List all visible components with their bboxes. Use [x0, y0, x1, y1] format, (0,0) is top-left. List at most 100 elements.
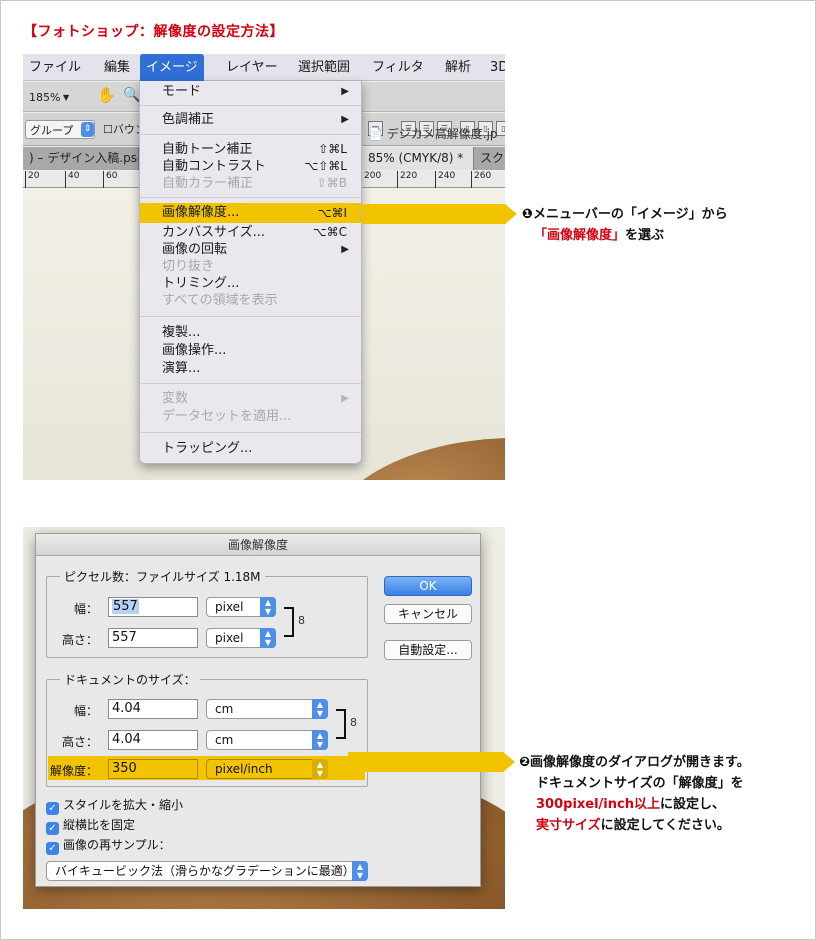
ruler-tick: 60 — [103, 171, 117, 188]
hand-tool-icon[interactable]: ✋ — [97, 86, 116, 105]
file-icon: 📄 — [368, 127, 383, 141]
doc-height-unit-select[interactable]: cm ▲ ▼ — [206, 730, 328, 750]
doc-height-unit: cm — [215, 733, 234, 747]
stepper-arrows-icon: ▲ ▼ — [260, 597, 276, 617]
menu-item-auto-tone[interactable]: 自動トーン補正 ⇧⌘L — [140, 141, 361, 158]
menu-item-mode[interactable]: モード ▶ — [140, 83, 361, 100]
zoom-dropdown-icon[interactable]: ▼ — [63, 88, 69, 107]
pixel-width-input[interactable]: 557 — [108, 597, 198, 617]
doc-width-unit: cm — [215, 702, 234, 716]
menu-item-label: トラッピング... — [162, 441, 253, 456]
callout-2-highlight1: 300pixel/inch以上 — [536, 797, 660, 812]
menu-item-label: 自動コントラスト — [162, 159, 266, 174]
doc-width-unit-select[interactable]: cm ▲ ▼ — [206, 699, 328, 719]
pixel-width-label: 幅： — [73, 602, 98, 616]
pixel-width-unit-select[interactable]: pixel ▲ ▼ — [206, 597, 276, 617]
image-size-dialog: 画像解像度 ピクセル数：ファイルサイズ 1.18M 幅： 557 pixel ▲ ▼… — [35, 533, 481, 887]
menu-shortcut: ⌥⌘I — [317, 206, 347, 220]
callout-1-text: メニューバーの「イメージ」から — [533, 207, 728, 222]
checkbox-checked-icon: ✓ — [46, 842, 59, 855]
menu-item-label: 色調補正 — [162, 112, 215, 127]
scale-styles-checkbox[interactable]: ✓ スタイルを拡大・縮小 — [46, 798, 183, 815]
menu-separator — [140, 105, 361, 106]
submenu-arrow-icon: ▶ — [341, 244, 349, 255]
submenu-arrow-icon: ▶ — [341, 114, 349, 125]
menu-item-trap[interactable]: トラッピング... — [140, 440, 361, 457]
resample-label: 画像の再サンプル： — [63, 838, 171, 852]
menu-analysis[interactable]: 解析 — [439, 54, 477, 81]
dropdown-arrow-icon: ⇕ — [81, 122, 94, 137]
page-title: 【フォトショップ：解像度の設定方法】 — [23, 24, 284, 40]
ok-button[interactable]: OK — [384, 576, 472, 596]
doc-height-input[interactable]: 4.04 — [108, 730, 198, 750]
callout-2: ❷画像解像度のダイアログが開きます。 ドキュメントサイズの「解像度」を 300p… — [519, 752, 750, 836]
menu-item-label: 切り抜き — [162, 259, 215, 274]
tab-doc-file[interactable]: 📄 デジカメ高解像度.jp — [362, 123, 504, 146]
pixel-height-unit-select[interactable]: pixel ▲ ▼ — [206, 628, 276, 648]
cancel-button[interactable]: キャンセル — [384, 604, 472, 624]
tab-screenshot[interactable]: スク — [474, 147, 505, 170]
callout-1: ❶メニューバーの「イメージ」から 「画像解像度」を選ぶ — [522, 204, 728, 246]
menu-shortcut: ⇧⌘L — [318, 142, 347, 156]
menu-image[interactable]: イメージ — [140, 54, 204, 81]
callout-bar-1 — [362, 204, 506, 224]
ruler-tick: 40 — [65, 171, 79, 188]
doc-height-value: 4.04 — [112, 732, 141, 747]
menu-item-image-size[interactable]: 画像解像度... ⌥⌘I — [140, 203, 361, 223]
menu-3d[interactable]: 3D — [484, 54, 505, 81]
callout-2-rest2: に設定してください。 — [600, 818, 730, 833]
callout-2-highlight2: 実寸サイズ — [536, 818, 601, 833]
submenu-arrow-icon: ▶ — [341, 393, 349, 404]
callout-1-line2: 「画像解像度」を選ぶ — [522, 225, 728, 246]
resample-method-select[interactable]: バイキュービック法（滑らかなグラデーションに最適） ▲ ▼ — [46, 861, 368, 881]
callout-1-highlight: 「画像解像度」 — [534, 228, 626, 243]
menu-shortcut: ⌥⌘C — [312, 225, 347, 239]
stepper-arrows-icon: ▲ ▼ — [312, 730, 328, 750]
zoom-tool-icon[interactable]: 🔍 — [123, 86, 140, 105]
menu-edit[interactable]: 編集 — [98, 54, 136, 81]
zoom-level[interactable]: 185% — [29, 88, 60, 107]
pixel-height-input[interactable]: 557 — [108, 628, 198, 648]
ruler-tick: 20 — [25, 171, 39, 188]
menu-item-apply-image[interactable]: 画像操作... — [140, 342, 361, 359]
pixel-height-value: 557 — [112, 630, 137, 645]
menu-separator — [140, 316, 361, 317]
constrain-proportions-label: 縦横比を固定 — [63, 818, 136, 832]
menu-filter[interactable]: フィルタ — [366, 54, 430, 81]
menu-item-duplicate[interactable]: 複製... — [140, 324, 361, 341]
menu-item-label: 複製... — [162, 325, 201, 340]
menu-item-crop: 切り抜き — [140, 258, 361, 275]
callout-2-line1: ❷画像解像度のダイアログが開きます。 — [519, 752, 750, 773]
callout-2-line3: 300pixel/inch以上に設定し、 — [519, 794, 750, 815]
menu-item-label: データセットを適用... — [162, 409, 292, 424]
menu-file[interactable]: ファイル — [23, 54, 87, 81]
menu-separator — [140, 134, 361, 135]
doc-height-label: 高さ： — [61, 735, 98, 749]
menu-separator — [140, 432, 361, 433]
resolution-input[interactable]: 350 — [108, 759, 198, 779]
resample-checkbox[interactable]: ✓ 画像の再サンプル： — [46, 838, 171, 855]
tab-cmyk[interactable]: 85% (CMYK/8) * — [362, 147, 474, 170]
menu-item-auto-contrast[interactable]: 自動コントラスト ⌥⇧⌘L — [140, 158, 361, 175]
resolution-unit-select[interactable]: pixel/inch ▲ ▼ — [206, 759, 328, 779]
menu-layer[interactable]: レイヤー — [220, 54, 284, 81]
menu-item-calculations[interactable]: 演算... — [140, 360, 361, 377]
auto-button[interactable]: 自動設定... — [384, 640, 472, 660]
constrain-proportions-checkbox[interactable]: ✓ 縦横比を固定 — [46, 818, 135, 835]
menu-item-variables: 変数 ▶ — [140, 390, 361, 407]
menu-item-image-rotation[interactable]: 画像の回転 ▶ — [140, 241, 361, 258]
stepper-arrows-icon: ▲ ▼ — [260, 628, 276, 648]
photoshop-screenshot-menu: ファイル 編集 イメージ レイヤー 選択範囲 フィルタ 解析 3D 185% ▼… — [23, 54, 505, 480]
menu-item-adjustments[interactable]: 色調補正 ▶ — [140, 111, 361, 128]
callout-arrow-1 — [505, 204, 517, 224]
chain-link-icon: 8 — [350, 716, 357, 729]
menu-item-canvas-size[interactable]: カンバスサイズ... ⌥⌘C — [140, 224, 361, 241]
menu-item-trim[interactable]: トリミング... — [140, 275, 361, 292]
menu-select[interactable]: 選択範囲 — [292, 54, 356, 81]
submenu-arrow-icon: ▶ — [341, 86, 349, 97]
menu-item-label: 自動トーン補正 — [162, 142, 253, 157]
menu-item-label: モード — [162, 84, 202, 99]
doc-width-input[interactable]: 4.04 — [108, 699, 198, 719]
callout-bar-2 — [348, 752, 504, 772]
tab-design-psd[interactable]: ) – デザイン入稿.psd — [23, 147, 139, 170]
